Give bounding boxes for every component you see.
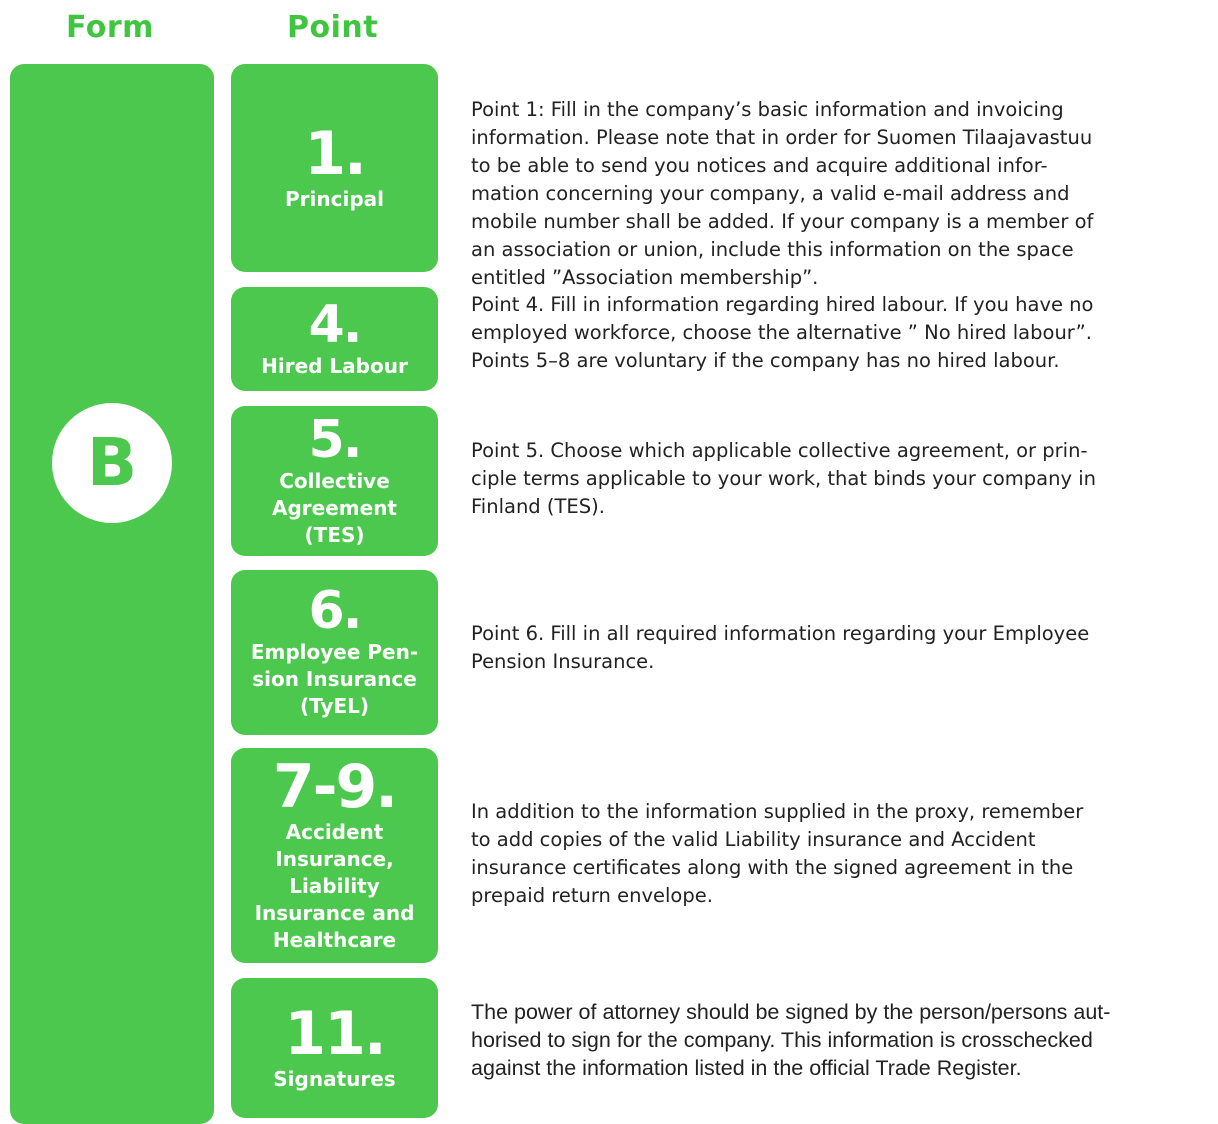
point-box-4: 4. Hired Labour xyxy=(231,287,438,391)
point-name: Principal xyxy=(285,186,384,211)
point-description-6: Point 6. Fill in all required informatio… xyxy=(471,620,1201,676)
point-number: 4. xyxy=(308,294,363,355)
point-description-7-9: In addition to the information supplied … xyxy=(471,798,1201,910)
point-column-header: Point xyxy=(287,10,379,45)
point-box-1: 1. Principal xyxy=(231,64,438,272)
description-line: information. Please note that in order f… xyxy=(471,126,1093,149)
form-column-header: Form xyxy=(66,10,154,45)
point-description-5: Point 5. Choose which applicable collect… xyxy=(471,437,1201,521)
description-line: against the information listed in the of… xyxy=(471,1056,1022,1080)
description-line: to add copies of the valid Liability ins… xyxy=(471,828,1036,851)
point-box-6: 6. Employee Pen- sion Insurance (TyEL) xyxy=(231,570,438,735)
point-number: 5. xyxy=(308,409,363,470)
point-name-line: Healthcare xyxy=(272,928,397,952)
description-line: mation concerning your company, a valid … xyxy=(471,182,1070,205)
description-line: entitled ”Association membership”. xyxy=(471,266,819,289)
point-name: Signatures xyxy=(273,1066,396,1091)
description-line: The power of attorney should be signed b… xyxy=(471,1000,1111,1024)
description-line: Finland (TES). xyxy=(471,495,605,518)
point-name-line: Insurance and xyxy=(254,901,415,925)
description-line: Point 4. Fill in information regarding h… xyxy=(471,293,1094,316)
description-line: Point 1: Fill in the company’s basic inf… xyxy=(471,98,1064,121)
point-name: Hired Labour xyxy=(261,353,408,378)
point-number: 6. xyxy=(308,581,363,641)
description-line: an association or union, include this in… xyxy=(471,238,1074,261)
description-line: Point 5. Choose which applicable collect… xyxy=(471,439,1088,462)
point-name-line: (TES) xyxy=(304,522,365,547)
form-column-panel: B xyxy=(10,64,214,1124)
point-name-line: Liability xyxy=(289,874,380,898)
point-number: 11. xyxy=(284,998,386,1069)
description-line: prepaid return envelope. xyxy=(471,884,713,907)
point-description-11: The power of attorney should be signed b… xyxy=(471,998,1201,1082)
point-box-11: 11. Signatures xyxy=(231,978,438,1118)
description-line: horised to sign for the company. This in… xyxy=(471,1028,1093,1052)
description-line: In addition to the information supplied … xyxy=(471,800,1084,823)
description-line: insurance certificates along with the si… xyxy=(471,856,1074,879)
point-box-7-9: 7-9. Accident Insurance, Liability Insur… xyxy=(231,748,438,963)
point-name-line: Agreement xyxy=(272,495,397,520)
point-name-line: (TyEL) xyxy=(300,694,369,718)
description-line: ciple terms applicable to your work, tha… xyxy=(471,467,1096,490)
point-name-line: Collective xyxy=(279,468,390,493)
point-number: 1. xyxy=(304,118,367,189)
point-name-line: Insurance, xyxy=(275,847,394,871)
description-line: employed workforce, choose the alternati… xyxy=(471,321,1092,344)
point-number: 7-9. xyxy=(272,752,398,822)
point-description-1: Point 1: Fill in the company’s basic inf… xyxy=(471,96,1201,292)
description-line: Points 5–8 are voluntary if the company … xyxy=(471,349,1060,372)
point-description-4: Point 4. Fill in information regarding h… xyxy=(471,291,1201,375)
point-name-line: Employee Pen- xyxy=(250,640,419,664)
description-line: mobile number shall be added. If your co… xyxy=(471,210,1094,233)
form-letter-badge: B xyxy=(52,403,172,523)
description-line: Pension Insurance. xyxy=(471,650,655,673)
description-line: Point 6. Fill in all required informatio… xyxy=(471,622,1090,645)
point-name-line: Accident xyxy=(285,820,384,844)
description-line: to be able to send you notices and acqui… xyxy=(471,154,1048,177)
point-box-5: 5. Collective Agreement (TES) xyxy=(231,406,438,556)
point-name-line: sion Insurance xyxy=(252,667,417,691)
